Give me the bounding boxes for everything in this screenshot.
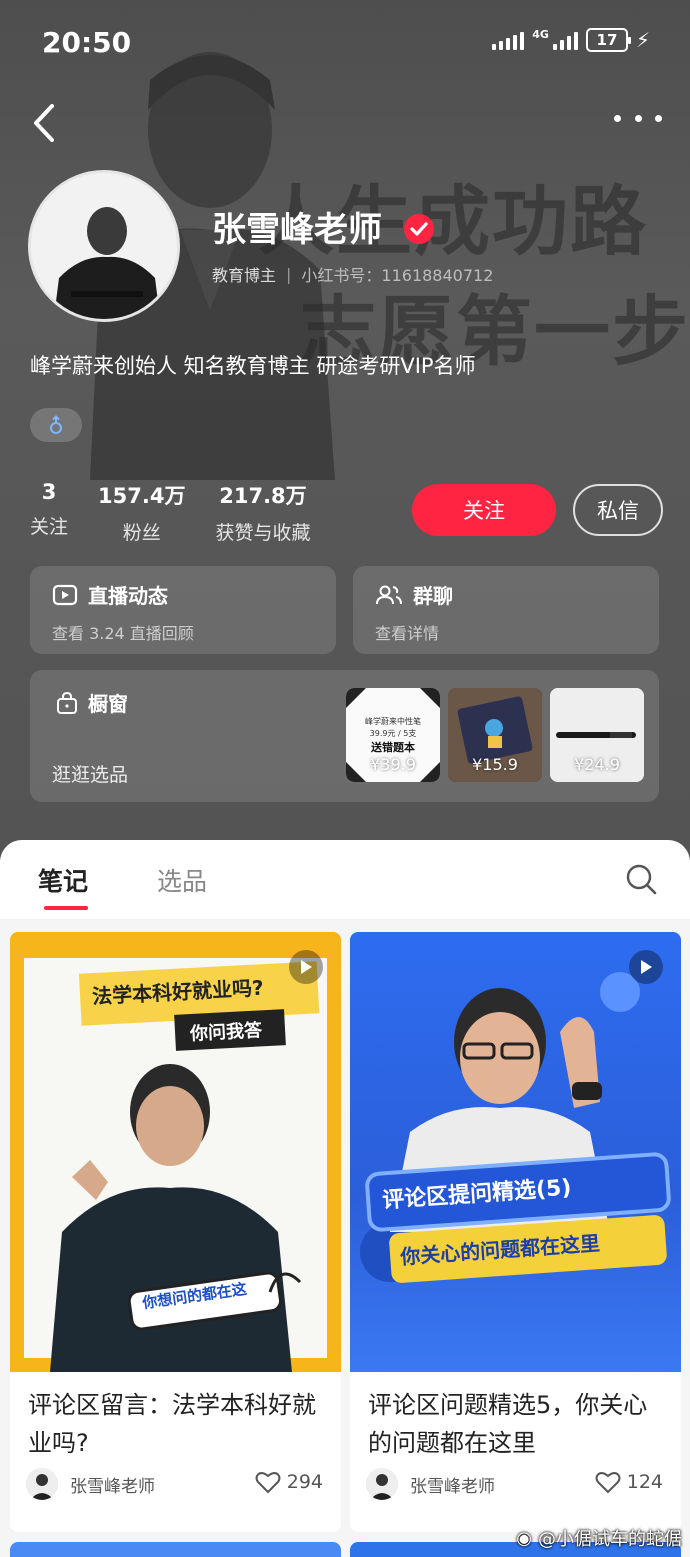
stat-label: 粉丝	[122, 522, 161, 544]
stat-value: 157.4万	[98, 484, 186, 508]
group-card-title: 群聊	[375, 580, 453, 609]
watermark: ◉ @小倨试车的蛇倨	[516, 1525, 682, 1551]
note-title: 评论区留言：法学本科好就业吗?	[28, 1391, 316, 1457]
heart-icon	[595, 1472, 621, 1494]
live-card-subtitle: 查看 3.24 直播回顾	[52, 624, 194, 643]
avatar-portrait	[31, 173, 177, 319]
note-author[interactable]: 张雪峰老师	[26, 1468, 155, 1500]
like-count: 124	[626, 1471, 663, 1493]
author-avatar	[366, 1468, 398, 1500]
stat-label: 关注	[30, 516, 69, 538]
author-portrait	[26, 1468, 58, 1500]
showcase-card-title: 橱窗	[56, 688, 128, 717]
male-icon	[50, 415, 62, 434]
weibo-icon: ◉	[516, 1527, 532, 1549]
product-thumb[interactable]: ¥24.9	[550, 688, 644, 782]
stat-label: 获赞与收藏	[215, 522, 311, 544]
product-price: ¥15.9	[472, 755, 518, 774]
signal-icon	[492, 30, 525, 50]
group-card-subtitle: 查看详情	[375, 624, 440, 643]
stat-followers[interactable]: 157.4万 粉丝	[98, 480, 185, 545]
group-card-label: 群聊	[413, 584, 453, 608]
note-cover-subheading: 你问我答	[189, 1020, 263, 1045]
active-tab-indicator	[44, 906, 88, 910]
more-dot-icon	[655, 114, 662, 122]
stat-following[interactable]: 3 关注	[30, 480, 68, 545]
group-chat-card[interactable]: 群聊 查看详情	[353, 566, 659, 654]
note-title: 评论区问题精选5，你关心的问题都在这里	[368, 1391, 648, 1457]
profile-red-id[interactable]: 小红书号：11618840712	[301, 262, 493, 286]
product-caption-big: 送错题本	[371, 741, 415, 754]
search-icon[interactable]	[624, 862, 658, 896]
note-like-button[interactable]: 294	[255, 1470, 323, 1494]
note-card[interactable]: 评论区提问精选(5) 你关心的问题都在这里 评论区问题精选5，你关心的问题都在这…	[350, 932, 681, 1532]
product-thumb[interactable]: ¥15.9	[448, 688, 542, 782]
status-icons: 4G 17 ⚡	[492, 28, 650, 52]
watermark-text: @小倨试车的蛇倨	[538, 1529, 682, 1550]
note-card-partial[interactable]	[10, 1542, 341, 1557]
like-count: 294	[286, 1471, 323, 1493]
showcase-card-subtitle: 逛逛选品	[52, 764, 129, 786]
profile-bio: 峰学蔚来创始人 知名教育博主 研途考研VIP名师	[30, 354, 476, 378]
content-tabs: 笔记 选品	[0, 840, 690, 920]
meta-separator: |	[286, 264, 292, 284]
profile-header: 人生成功路 志愿第一步 20:50 4G 17 ⚡ 张雪峰老师 教育博主 | 小…	[0, 0, 690, 860]
chevron-left-icon	[34, 104, 54, 142]
product-caption-mid: 39.9元 / 5支	[369, 729, 417, 738]
video-play-badge	[289, 950, 323, 984]
product-thumb[interactable]: 峰学蔚来中性笔 39.9元 / 5支 送错题本 ¥39.9	[346, 688, 440, 782]
content-sheet: 笔记 选品 法学本科好就业吗? 你问我答 你想问的都在这 评论区留言：法学本科好…	[0, 840, 690, 1557]
author-name: 张雪峰老师	[70, 1476, 155, 1497]
note-card[interactable]: 法学本科好就业吗? 你问我答 你想问的都在这 评论区留言：法学本科好就业吗? 张…	[10, 932, 341, 1532]
more-dot-icon	[634, 114, 642, 122]
group-users-icon	[376, 585, 402, 604]
network-type: 4G	[532, 28, 549, 41]
play-icon	[301, 960, 312, 974]
status-bar: 20:50 4G 17 ⚡	[0, 22, 690, 66]
product-price: ¥39.9	[370, 755, 416, 774]
play-icon	[641, 960, 652, 974]
battery-icon: 17	[585, 28, 631, 52]
back-button[interactable]	[26, 98, 66, 148]
live-video-icon	[52, 584, 78, 605]
verified-badge-icon	[404, 214, 434, 244]
product-price: ¥24.9	[574, 755, 620, 774]
live-card[interactable]: 直播动态 查看 3.24 直播回顾	[30, 566, 336, 654]
note-author[interactable]: 张雪峰老师	[366, 1468, 495, 1500]
author-name: 张雪峰老师	[410, 1476, 495, 1497]
profile-name: 张雪峰老师	[212, 210, 382, 250]
profile-meta: 教育博主 | 小红书号：11618840712	[212, 262, 493, 286]
author-avatar	[26, 1468, 58, 1500]
note-cover-art	[360, 972, 671, 1283]
follow-button[interactable]: 关注	[412, 484, 556, 536]
signal-4g-icon	[552, 30, 578, 50]
shopping-bag-icon	[57, 691, 77, 714]
stat-value: 217.8万	[219, 484, 307, 508]
tab-goods[interactable]: 选品	[157, 862, 207, 898]
profile-category: 教育博主	[212, 266, 277, 285]
showcase-card-label: 橱窗	[88, 692, 128, 716]
video-play-badge	[629, 950, 663, 984]
showcase-card[interactable]: 橱窗 逛逛选品 峰学蔚来中性笔 39.9元 / 5支 送错题本 ¥39.9 ¥1…	[30, 670, 659, 802]
profile-avatar[interactable]	[28, 170, 180, 322]
message-button[interactable]: 私信	[573, 484, 663, 536]
tab-notes[interactable]: 笔记	[38, 862, 88, 898]
author-portrait	[366, 1468, 398, 1500]
gender-tag	[30, 408, 82, 442]
stat-likes-collects[interactable]: 217.8万 获赞与收藏	[215, 480, 310, 545]
note-like-button[interactable]: 124	[595, 1470, 663, 1494]
note-cover: 法学本科好就业吗? 你问我答 你想问的都在这	[10, 932, 341, 1372]
live-card-title: 直播动态	[52, 580, 168, 609]
product-caption-top: 峰学蔚来中性笔	[365, 717, 421, 726]
battery-level: 17	[596, 31, 618, 49]
charging-icon: ⚡	[635, 28, 650, 52]
more-dot-icon	[614, 114, 621, 122]
status-time: 20:50	[42, 26, 132, 59]
profile-stats: 3 关注 157.4万 粉丝 217.8万 获赞与收藏	[30, 480, 310, 545]
live-card-label: 直播动态	[88, 584, 168, 608]
more-options-button[interactable]	[614, 100, 662, 136]
stat-value: 3	[41, 480, 57, 504]
heart-icon	[255, 1472, 281, 1494]
note-cover: 评论区提问精选(5) 你关心的问题都在这里	[350, 932, 681, 1372]
